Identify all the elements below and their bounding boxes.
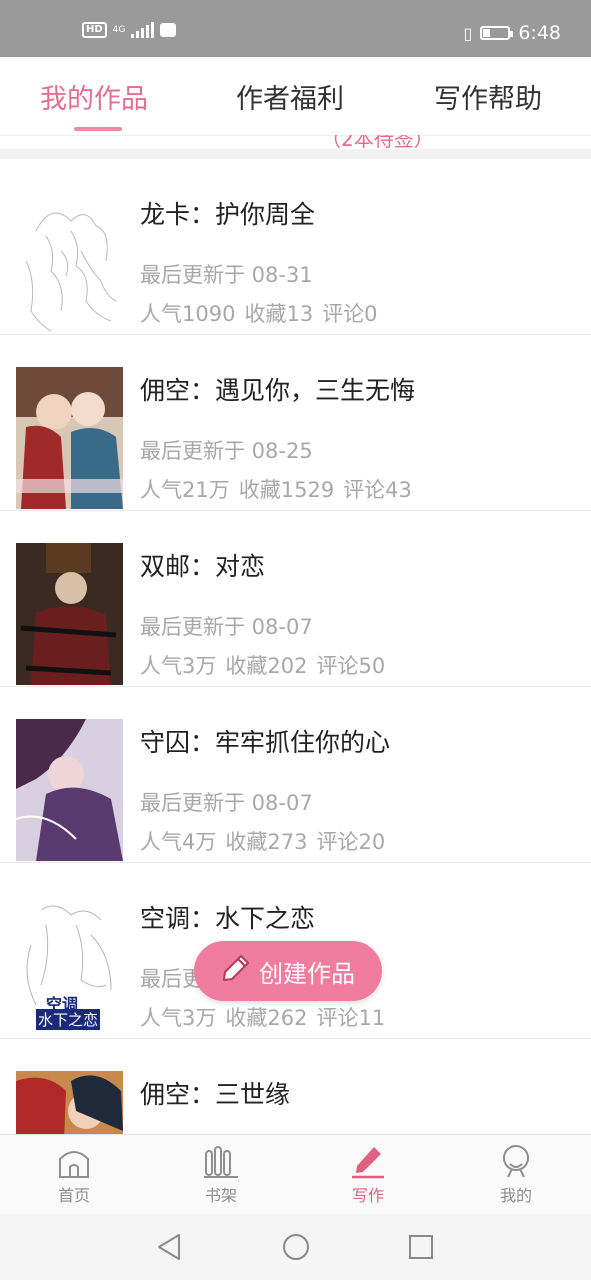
nav-write[interactable]: 写作 [318, 1141, 418, 1213]
signal-icon [131, 22, 155, 38]
work-title: 守囚：牢牢抓住你的心 [140, 728, 391, 757]
create-work-button[interactable]: 创建作品 [194, 941, 382, 1001]
work-stats: 人气21万 收藏1529 评论43 [140, 474, 421, 504]
tab-my-works[interactable]: 我的作品 [40, 77, 148, 116]
work-popularity: 人气1090 [140, 302, 236, 326]
cover-caption-2: 水下之恋 [36, 1009, 101, 1030]
work-favorites: 收藏202 [225, 654, 308, 678]
work-cover [16, 543, 123, 685]
system-nav-bar [0, 1214, 591, 1280]
vibrate-icon: ▯ [463, 23, 473, 43]
work-popularity: 人气3万 [140, 654, 217, 678]
pending-sign-banner: （2本待签） [0, 135, 591, 149]
work-updated: 最后更新于 08-31 [140, 263, 313, 287]
profile-icon [503, 1145, 529, 1178]
work-popularity: 人气21万 [140, 478, 230, 502]
work-comments: 评论0 [322, 302, 378, 326]
home-circle-icon[interactable] [281, 1232, 311, 1262]
status-right: ▯ 6:48 [464, 22, 561, 44]
work-item[interactable]: 龙卡：护你周全 最后更新于 08-31 人气1090 收藏13 评论0 [0, 159, 591, 335]
battery-icon [480, 26, 514, 40]
nav-bookshelf[interactable]: 书架 [171, 1141, 271, 1213]
nav-bookshelf-label: 书架 [204, 1186, 237, 1205]
nav-home-label: 首页 [57, 1186, 90, 1205]
work-popularity: 人气3万 [140, 1006, 217, 1030]
tab-writing-help[interactable]: 写作帮助 [434, 77, 542, 116]
work-cover: 空调 水下之恋 [16, 895, 123, 1037]
hd-badge: HD [82, 22, 107, 38]
home-icon [59, 1151, 89, 1178]
recents-icon[interactable] [407, 1232, 435, 1262]
work-item[interactable]: 佣空：遇见你，三生无悔 最后更新于 08-25 人气21万 收藏1529 评论43 [0, 335, 591, 511]
section-divider [0, 149, 591, 159]
work-item[interactable]: 双邮：对恋 最后更新于 08-07 人气3万 收藏202 评论50 [0, 511, 591, 687]
work-comments: 评论43 [343, 478, 412, 502]
nav-profile[interactable]: 我的 [466, 1141, 566, 1213]
work-item[interactable]: 佣空：三世缘 [0, 1039, 591, 1134]
work-stats: 人气1090 收藏13 评论0 [140, 298, 387, 328]
tab-author-benefits[interactable]: 作者福利 [236, 77, 344, 116]
work-item[interactable]: 守囚：牢牢抓住你的心 最后更新于 08-07 人气4万 收藏273 评论20 [0, 687, 591, 863]
create-work-label: 创建作品 [259, 959, 355, 988]
pending-sign-text: （2本待签） [321, 135, 434, 149]
pen-icon [352, 1147, 384, 1179]
work-stats: 人气3万 收藏262 评论11 [140, 1002, 394, 1032]
work-cover [16, 1071, 123, 1134]
message-icon [160, 23, 177, 37]
work-title: 双邮：对恋 [140, 552, 266, 581]
clock: 6:48 [518, 22, 561, 44]
work-favorites: 收藏13 [244, 302, 314, 326]
work-title: 佣空：遇见你，三生无悔 [140, 376, 416, 405]
work-title: 空调：水下之恋 [140, 904, 316, 933]
back-icon[interactable] [155, 1232, 183, 1262]
work-stats: 人气3万 收藏202 评论50 [140, 650, 394, 680]
work-comments: 评论11 [316, 1006, 386, 1030]
work-updated: 最后更新于 08-25 [140, 439, 313, 463]
work-stats: 人气4万 收藏273 评论20 [140, 826, 394, 856]
work-title: 龙卡：护你周全 [140, 200, 316, 229]
work-comments: 评论20 [316, 830, 386, 854]
network-label: 4G [112, 24, 126, 35]
work-cover [16, 367, 123, 509]
active-tab-indicator [74, 127, 122, 131]
work-favorites: 收藏1529 [238, 478, 335, 502]
work-cover [16, 719, 123, 861]
nav-write-label: 写作 [351, 1186, 384, 1205]
nav-profile-label: 我的 [499, 1186, 532, 1205]
work-popularity: 人气4万 [140, 830, 217, 854]
work-favorites: 收藏273 [225, 830, 308, 854]
bottom-nav: 首页 书架 写作 我的 [0, 1134, 591, 1215]
top-tab-bar: 我的作品 作者福利 写作帮助 [0, 57, 591, 136]
bookshelf-icon [204, 1146, 238, 1178]
status-left: HD 4G [82, 22, 177, 38]
work-title: 佣空：三世缘 [140, 1080, 291, 1109]
work-updated: 最后更新于 08-07 [140, 791, 313, 815]
pencil-icon [221, 953, 251, 989]
nav-home[interactable]: 首页 [24, 1141, 124, 1213]
work-comments: 评论50 [316, 654, 386, 678]
work-cover [16, 191, 123, 333]
status-bar: HD 4G ▯ 6:48 [0, 0, 591, 57]
work-updated: 最后更新于 08-07 [140, 615, 313, 639]
work-favorites: 收藏262 [225, 1006, 308, 1030]
